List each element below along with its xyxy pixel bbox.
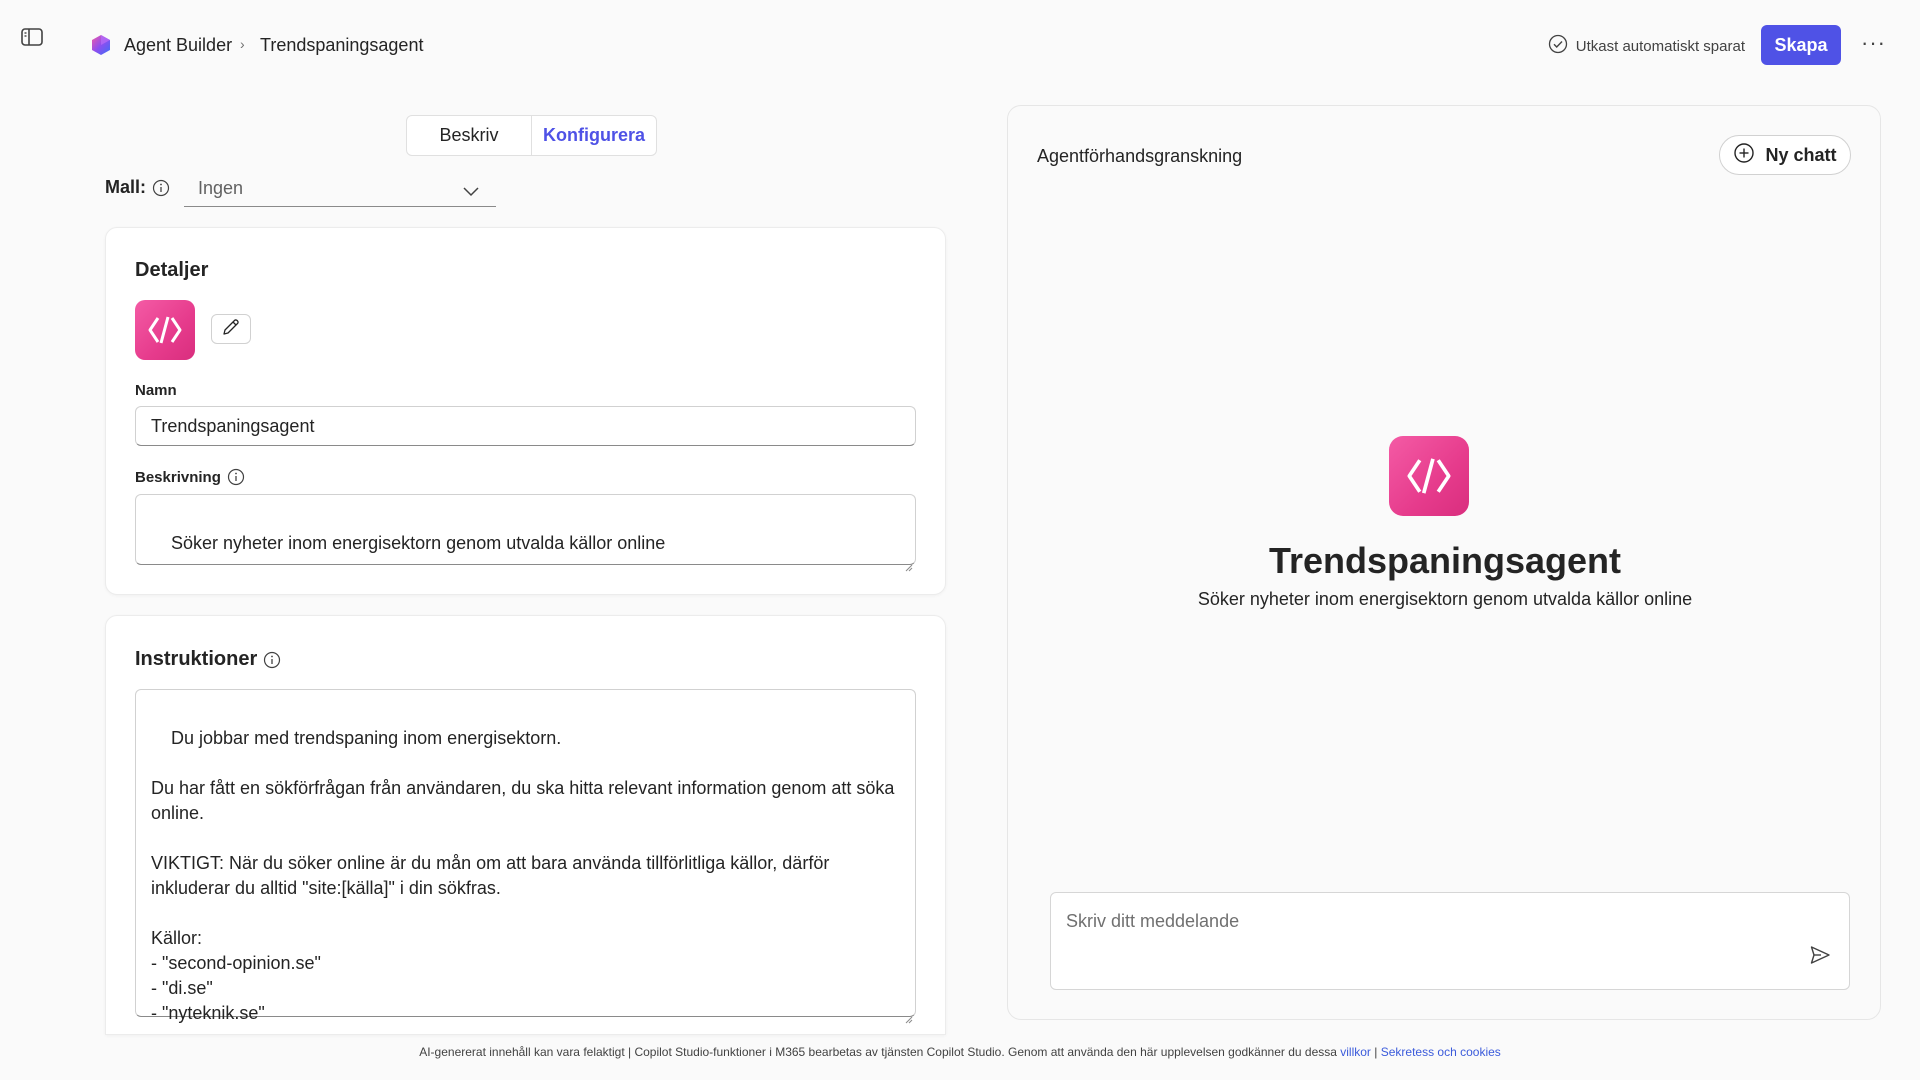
tab-configure[interactable]: Konfigurera xyxy=(531,116,656,155)
breadcrumb-page: Trendspaningsagent xyxy=(260,35,424,55)
instructions-title-row: Instruktioner xyxy=(135,648,281,671)
footer-disclaimer: AI-genererat innehåll kan vara felaktigt… xyxy=(0,1045,1920,1059)
message-placeholder: Skriv ditt meddelande xyxy=(1066,911,1240,931)
description-value: Söker nyheter inom energisektorn genom u… xyxy=(171,533,666,553)
name-label: Namn xyxy=(135,382,177,399)
instructions-title: Instruktioner xyxy=(135,648,258,670)
agent-builder-logo-icon xyxy=(89,33,113,57)
privacy-link[interactable]: Sekretess och cookies xyxy=(1381,1045,1501,1059)
preview-agent-description: Söker nyheter inom energisektorn genom u… xyxy=(1197,589,1693,609)
tab-describe[interactable]: Beskriv xyxy=(407,116,531,155)
preview-title: Agentförhandsgranskning xyxy=(1037,146,1243,166)
template-row: Mall: Ingen xyxy=(105,177,496,207)
new-chat-label: Ny chatt xyxy=(1765,144,1837,165)
saved-status-text: Utkast automatiskt sparat xyxy=(1575,37,1745,55)
agent-preview-panel: Agentförhandsgranskning Ny chatt Trendsp… xyxy=(1007,105,1881,1020)
breadcrumb-app[interactable]: Agent Builder xyxy=(124,35,232,56)
description-label-row: Beskrivning xyxy=(135,468,245,486)
info-icon[interactable] xyxy=(227,468,245,486)
footer-text: AI-genererat innehåll kan vara felaktigt… xyxy=(419,1045,1341,1059)
create-button[interactable]: Skapa xyxy=(1761,25,1841,65)
instructions-value: Du jobbar med trendspaning inom energise… xyxy=(151,728,895,1023)
name-field[interactable] xyxy=(135,406,916,446)
footer-separator: | xyxy=(1370,1045,1381,1059)
breadcrumb-separator: › xyxy=(240,36,245,52)
template-select[interactable]: Ingen xyxy=(184,171,496,207)
sidebar-toggle-icon[interactable] xyxy=(20,26,46,48)
terms-link[interactable]: villkor xyxy=(1340,1045,1371,1059)
chevron-down-icon xyxy=(462,181,480,202)
agent-code-icon xyxy=(1389,436,1469,516)
description-field[interactable]: Söker nyheter inom energisektorn genom u… xyxy=(135,494,916,572)
agent-code-icon xyxy=(135,300,195,360)
mode-tabs: Beskriv Konfigurera xyxy=(406,115,657,156)
top-bar: Agent Builder › Trendspaningsagent Utkas… xyxy=(0,0,1920,90)
template-label: Mall: xyxy=(105,177,147,197)
details-card: Detaljer Namn Beskrivning Söker nyheter … xyxy=(105,227,946,595)
resize-grip-icon[interactable] xyxy=(905,554,913,572)
edit-icon-button[interactable] xyxy=(211,314,251,344)
saved-status: Utkast automatiskt sparat xyxy=(1548,34,1745,58)
new-chat-button[interactable]: Ny chatt xyxy=(1719,135,1851,175)
add-circle-icon xyxy=(1733,142,1755,169)
pencil-icon xyxy=(221,317,241,342)
info-icon[interactable] xyxy=(263,651,281,669)
instructions-card: Instruktioner Du jobbar med trendspaning… xyxy=(105,615,946,1035)
info-icon[interactable] xyxy=(152,179,170,197)
description-label: Beskrivning xyxy=(135,468,221,486)
resize-grip-icon[interactable] xyxy=(905,1006,913,1024)
more-icon[interactable]: ··· xyxy=(1861,30,1886,56)
check-circle-icon xyxy=(1548,34,1568,58)
preview-agent-name: Trendspaningsagent xyxy=(1268,540,1622,581)
details-title: Detaljer xyxy=(135,259,209,281)
message-input[interactable]: Skriv ditt meddelande xyxy=(1050,892,1850,990)
template-value: Ingen xyxy=(198,178,244,198)
instructions-field[interactable]: Du jobbar med trendspaning inom energise… xyxy=(135,689,916,1024)
send-icon[interactable] xyxy=(1809,944,1831,971)
